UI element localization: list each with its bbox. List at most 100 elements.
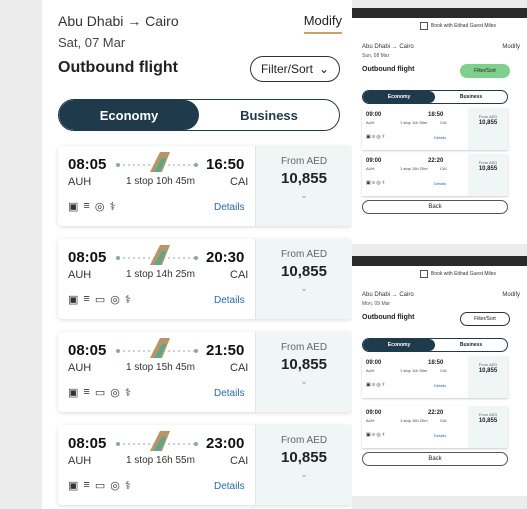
flight-results-panel: Abu Dhabi → Cairo Sat, 07 Mar Modify Out… — [42, 0, 352, 509]
cabin-toggle: Economy Business — [362, 338, 508, 352]
price-box[interactable]: From AED 10,855 ⌄ — [255, 146, 352, 226]
modify-link[interactable]: Modify — [303, 13, 342, 34]
details-link[interactable]: Details — [434, 181, 446, 186]
stops-duration: 1 stop 11h 50m — [400, 368, 428, 373]
tab-business[interactable]: Business — [435, 339, 507, 351]
price-box[interactable]: From AED 10,855 ⌄ — [255, 332, 352, 412]
wifi-icon: ≡ — [83, 479, 90, 491]
departure-time: 08:05 — [68, 249, 107, 266]
flight-card[interactable]: 09:00 22:20 AUH 1 stop 15h 20m CAI ▣ ≡ ◎… — [362, 406, 508, 448]
stops-duration: 1 stop 15h 20m — [400, 418, 428, 423]
wifi-icon: ≡ — [83, 293, 90, 305]
details-link[interactable]: Details — [434, 383, 446, 388]
origin-code: AUH — [68, 455, 92, 467]
price-label: From AED — [478, 160, 498, 165]
arrival-time: 23:00 — [206, 435, 245, 452]
mini-screen-top: Book with Etihad Guest Miles Abu Dhabi →… — [352, 8, 527, 244]
modify-link[interactable]: Modify — [502, 44, 520, 50]
details-link[interactable]: Details — [214, 388, 245, 399]
filter-sort-button[interactable]: Filter/Sort ⌄ — [250, 56, 340, 82]
tv-icon: ▣ — [68, 480, 79, 492]
price-value: 10,855 — [281, 356, 327, 373]
tab-business[interactable]: Business — [435, 91, 507, 103]
seat-icon: ▭ — [94, 387, 106, 399]
flight-card[interactable]: 08:05 16:50 AUH 1 stop 10h 45m CAI ▣ ≡ ◎… — [58, 146, 352, 226]
departure-time: 09:00 — [366, 158, 382, 164]
stops-duration: 1 stop 11h 50m — [400, 120, 428, 125]
meal-icon: ◎ — [110, 387, 120, 399]
wifi-icon: ≡ — [83, 200, 90, 212]
tv-icon: ▣ — [68, 387, 79, 399]
arrival-time: 20:30 — [206, 249, 245, 266]
back-button[interactable]: Back — [362, 200, 508, 214]
chevron-down-icon: ⌄ — [300, 469, 308, 479]
back-button[interactable]: Back — [362, 452, 508, 466]
details-link[interactable]: Details — [434, 135, 446, 140]
price-value: 10,855 — [281, 263, 327, 280]
tab-business[interactable]: Business — [199, 100, 339, 130]
date-label: Sat, 07 Mar — [58, 35, 126, 50]
power-icon: ⚕ — [124, 387, 131, 399]
airline-tail-icon — [150, 152, 170, 172]
departure-time: 08:05 — [68, 342, 107, 359]
cabin-toggle: Economy Business — [58, 99, 340, 131]
amenity-icons: ▣ ≡ ◎ ⚕ — [366, 432, 385, 438]
flight-card[interactable]: 08:05 21:50 AUH 1 stop 15h 45m CAI ▣ ≡ ▭… — [58, 332, 352, 412]
miles-checkbox[interactable]: Book with Etihad Guest Miles — [420, 22, 496, 30]
meal-icon: ◎ — [110, 480, 120, 492]
chevron-down-icon: ⌄ — [318, 62, 330, 76]
airline-tail-icon — [150, 431, 170, 451]
tv-icon: ▣ — [68, 294, 79, 306]
price-label: From AED — [478, 362, 498, 367]
destination-code: CAI — [440, 418, 447, 423]
details-link[interactable]: Details — [434, 433, 446, 438]
origin-code: AUH — [366, 120, 375, 125]
route-label: Abu Dhabi → Cairo — [362, 44, 414, 50]
power-icon: ⚕ — [124, 480, 131, 492]
filter-sort-button[interactable]: Filter/Sort — [460, 312, 510, 326]
stops-duration: 1 stop 15h 20m — [400, 166, 428, 171]
tab-economy[interactable]: Economy — [363, 339, 435, 351]
details-link[interactable]: Details — [214, 202, 245, 213]
arrival-time: 16:50 — [206, 156, 245, 173]
flight-card[interactable]: 09:00 18:50 AUH 1 stop 11h 50m CAI ▣ ≡ ◎… — [362, 356, 508, 398]
price-value: 10,855 — [478, 418, 498, 424]
power-icon: ⚕ — [109, 201, 116, 213]
amenity-icons: ▣ ≡ ◎ ⚕ — [366, 382, 385, 388]
price-box[interactable]: From AED 10,855 ⌄ — [255, 425, 352, 505]
price-box[interactable]: From AED 10,855 ⌄ — [255, 239, 352, 319]
checkbox-icon — [420, 270, 428, 278]
arrival-time: 21:50 — [206, 342, 245, 359]
miles-checkbox[interactable]: Book with Etihad Guest Miles — [420, 270, 496, 278]
departure-time: 08:05 — [68, 435, 107, 452]
meal-icon: ◎ — [94, 201, 105, 213]
tab-economy[interactable]: Economy — [59, 100, 199, 130]
details-link[interactable]: Details — [214, 295, 245, 306]
arrival-time: 22:20 — [428, 410, 444, 416]
power-icon: ⚕ — [124, 294, 131, 306]
stops-duration: 1 stop 14h 25m — [126, 269, 195, 280]
departure-time: 09:00 — [366, 410, 382, 416]
modify-link[interactable]: Modify — [502, 292, 520, 298]
departure-time: 08:05 — [68, 156, 107, 173]
arrival-time: 18:50 — [428, 360, 444, 366]
details-link[interactable]: Details — [214, 481, 245, 492]
price-value: 10,855 — [478, 120, 498, 126]
origin-code: AUH — [366, 418, 375, 423]
price-label: From AED — [478, 412, 498, 417]
price-label: From AED — [280, 249, 328, 260]
flight-card[interactable]: 09:00 18:50 AUH 1 stop 11h 50m CAI ▣ ≡ ◎… — [362, 108, 508, 150]
chevron-down-icon: ⌄ — [300, 376, 308, 386]
filter-sort-button[interactable]: Filter/Sort — [460, 64, 510, 78]
flight-card[interactable]: 08:05 23:00 AUH 1 stop 16h 55m CAI ▣ ≡ ▭… — [58, 425, 352, 505]
stops-duration: 1 stop 10h 45m — [126, 176, 195, 187]
page-title: Outbound flight — [362, 314, 415, 321]
checkbox-icon — [420, 22, 428, 30]
flight-card[interactable]: 09:00 22:20 AUH 1 stop 15h 20m CAI ▣ ≡ ◎… — [362, 154, 508, 196]
filter-sort-label: Filter/Sort — [260, 62, 313, 76]
flight-card[interactable]: 08:05 20:30 AUH 1 stop 14h 25m CAI ▣ ≡ ▭… — [58, 239, 352, 319]
price-value: 10,855 — [281, 449, 327, 466]
amenity-icons: ▣ ≡ ◎ ⚕ — [366, 180, 385, 186]
top-bar — [352, 8, 527, 18]
tab-economy[interactable]: Economy — [363, 91, 435, 103]
